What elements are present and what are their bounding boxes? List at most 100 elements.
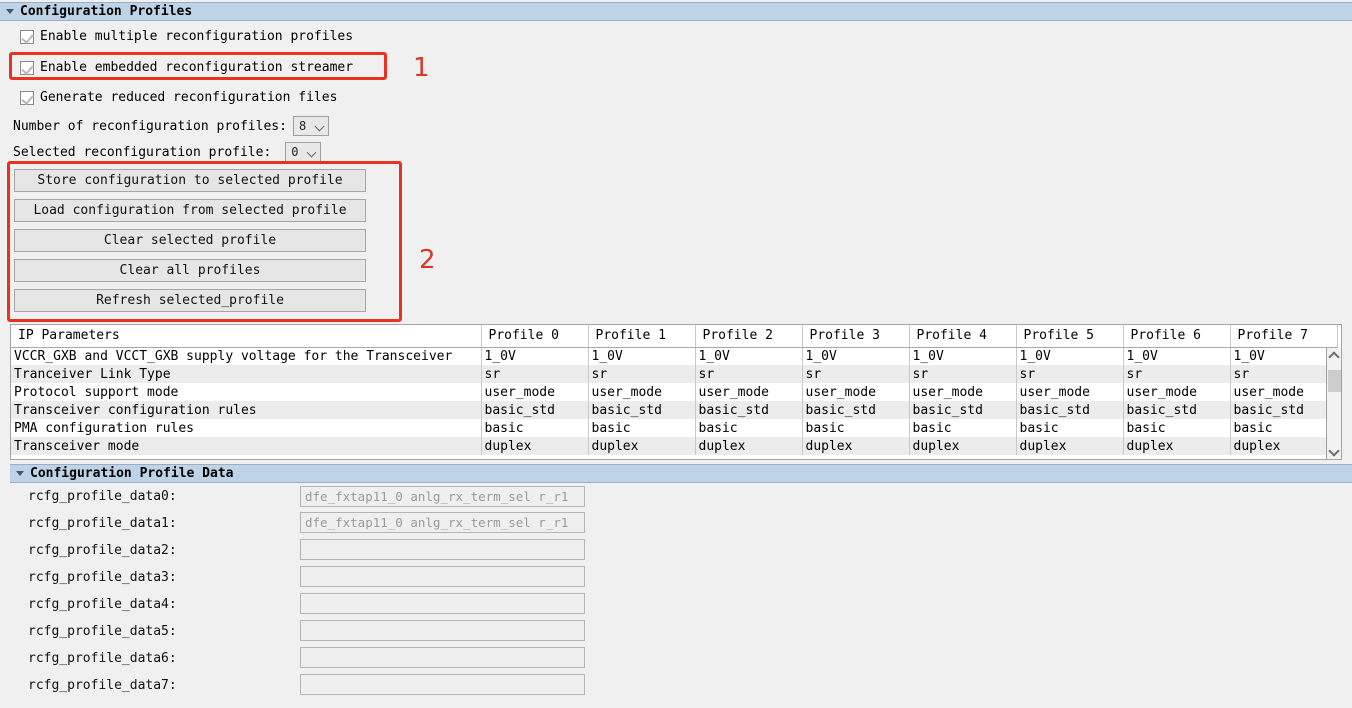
- cell-value[interactable]: basic: [909, 419, 1017, 437]
- table-header-row: IP Parameters Profile 0 Profile 1 Profil…: [11, 325, 1338, 348]
- rcfg-profile-data7-input[interactable]: [300, 674, 585, 695]
- table-row[interactable]: Transceiver mode duplex duplex duplex du…: [11, 437, 1338, 455]
- cell-value[interactable]: 1_0V: [695, 347, 803, 365]
- cell-value[interactable]: basic: [1230, 419, 1338, 437]
- clear-all-profiles-button[interactable]: Clear all profiles: [14, 259, 366, 282]
- cell-value[interactable]: sr: [802, 365, 910, 383]
- cell-value[interactable]: user_mode: [588, 383, 696, 401]
- checkbox-icon[interactable]: [20, 90, 34, 105]
- cell-value[interactable]: 1_0V: [1230, 347, 1338, 365]
- cell-value[interactable]: user_mode: [1016, 383, 1124, 401]
- table-row[interactable]: Protocol support mode user_mode user_mod…: [11, 383, 1338, 401]
- cell-value[interactable]: basic: [1016, 419, 1124, 437]
- cell-value[interactable]: user_mode: [1123, 383, 1231, 401]
- triangle-down-icon[interactable]: [16, 471, 24, 476]
- checkbox-enable-multiple-profiles[interactable]: Enable multiple reconfiguration profiles: [20, 29, 353, 44]
- table-row[interactable]: VCCR_GXB and VCCT_GXB supply voltage for…: [11, 347, 1338, 365]
- column-header-profile-0[interactable]: Profile 0: [481, 325, 589, 348]
- chevron-down-icon[interactable]: [306, 147, 317, 158]
- cell-value[interactable]: user_mode: [802, 383, 910, 401]
- cell-value[interactable]: basic_std: [695, 401, 803, 419]
- selected-profile-select[interactable]: 0: [285, 142, 322, 162]
- column-header-profile-2[interactable]: Profile 2: [695, 325, 803, 348]
- rcfg-profile-data5-input[interactable]: [300, 620, 585, 641]
- cell-value[interactable]: basic: [481, 419, 589, 437]
- table-row[interactable]: Transceiver configuration rules basic_st…: [11, 401, 1338, 419]
- clear-selected-profile-button[interactable]: Clear selected profile: [14, 229, 366, 252]
- cell-value[interactable]: user_mode: [695, 383, 803, 401]
- cell-value[interactable]: sr: [695, 365, 803, 383]
- cell-value[interactable]: basic: [588, 419, 696, 437]
- cell-value[interactable]: basic_std: [1016, 401, 1124, 419]
- cell-value[interactable]: sr: [1123, 365, 1231, 383]
- cell-value[interactable]: duplex: [695, 437, 803, 455]
- selected-profile-value: 0: [291, 145, 299, 159]
- scroll-up-arrow-icon[interactable]: [1328, 351, 1340, 363]
- cell-value[interactable]: user_mode: [481, 383, 589, 401]
- rcfg-profile-data3-input[interactable]: [300, 566, 585, 587]
- rcfg-profile-data0-input[interactable]: dfe_fxtap11_0 anlg_rx_term_sel r_r1: [300, 486, 585, 507]
- cell-value[interactable]: sr: [1230, 365, 1338, 383]
- cell-value[interactable]: basic_std: [802, 401, 910, 419]
- checkbox-icon[interactable]: [20, 29, 34, 44]
- configuration-profiles-group-header[interactable]: Configuration Profiles: [0, 2, 1352, 21]
- rcfg-profile-data2-input[interactable]: [300, 539, 585, 560]
- ip-parameters-table[interactable]: IP Parameters Profile 0 Profile 1 Profil…: [10, 324, 1342, 460]
- cell-param: Protocol support mode: [11, 383, 482, 401]
- cell-value[interactable]: basic: [802, 419, 910, 437]
- scroll-down-arrow-icon[interactable]: [1328, 445, 1340, 457]
- cell-value[interactable]: basic_std: [588, 401, 696, 419]
- column-header-profile-4[interactable]: Profile 4: [909, 325, 1017, 348]
- cell-value[interactable]: duplex: [1123, 437, 1231, 455]
- rcfg-profile-data4-input[interactable]: [300, 593, 585, 614]
- configuration-profile-data-group-header[interactable]: Configuration Profile Data: [10, 464, 1352, 483]
- table-vertical-scrollbar[interactable]: [1326, 348, 1341, 459]
- cell-value[interactable]: 1_0V: [481, 347, 589, 365]
- cell-value[interactable]: duplex: [1230, 437, 1338, 455]
- cell-value[interactable]: basic: [695, 419, 803, 437]
- cell-value[interactable]: basic_std: [481, 401, 589, 419]
- cell-value[interactable]: 1_0V: [802, 347, 910, 365]
- cell-value[interactable]: sr: [909, 365, 1017, 383]
- cell-value[interactable]: 1_0V: [909, 347, 1017, 365]
- store-configuration-button[interactable]: Store configuration to selected profile: [14, 169, 366, 192]
- load-configuration-button[interactable]: Load configuration from selected profile: [14, 199, 366, 222]
- column-header-profile-6[interactable]: Profile 6: [1123, 325, 1231, 348]
- annotation-number-1: 1: [413, 53, 430, 83]
- refresh-selected-profile-button[interactable]: Refresh selected_profile: [14, 289, 366, 312]
- cell-value[interactable]: sr: [481, 365, 589, 383]
- cell-value[interactable]: basic_std: [1230, 401, 1338, 419]
- rcfg-profile-data1-input[interactable]: dfe_fxtap11_0 anlg_rx_term_sel r_r1: [300, 512, 585, 533]
- column-header-profile-1[interactable]: Profile 1: [588, 325, 696, 348]
- checkbox-generate-reduced-files[interactable]: Generate reduced reconfiguration files: [20, 90, 337, 105]
- cell-value[interactable]: user_mode: [909, 383, 1017, 401]
- cell-value[interactable]: duplex: [588, 437, 696, 455]
- cell-value[interactable]: 1_0V: [1016, 347, 1124, 365]
- cell-value[interactable]: sr: [588, 365, 696, 383]
- cell-value[interactable]: basic_std: [1123, 401, 1231, 419]
- table-row[interactable]: PMA configuration rules basic basic basi…: [11, 419, 1338, 437]
- cell-value[interactable]: basic: [1123, 419, 1231, 437]
- number-of-profiles-row: Number of reconfiguration profiles: 8: [13, 116, 329, 136]
- cell-value[interactable]: user_mode: [1230, 383, 1338, 401]
- checkbox-icon[interactable]: [20, 60, 34, 75]
- scrollbar-thumb[interactable]: [1328, 370, 1341, 392]
- cell-value[interactable]: duplex: [909, 437, 1017, 455]
- cell-value[interactable]: duplex: [1016, 437, 1124, 455]
- cell-value[interactable]: 1_0V: [1123, 347, 1231, 365]
- cell-value[interactable]: duplex: [802, 437, 910, 455]
- chevron-down-icon[interactable]: [314, 121, 325, 132]
- column-header-ip-parameters[interactable]: IP Parameters: [11, 325, 482, 348]
- triangle-down-icon[interactable]: [6, 9, 14, 14]
- column-header-profile-5[interactable]: Profile 5: [1016, 325, 1124, 348]
- cell-value[interactable]: 1_0V: [588, 347, 696, 365]
- column-header-profile-3[interactable]: Profile 3: [802, 325, 910, 348]
- table-row[interactable]: Tranceiver Link Type sr sr sr sr sr sr s…: [11, 365, 1338, 383]
- cell-value[interactable]: duplex: [481, 437, 589, 455]
- rcfg-profile-data6-input[interactable]: [300, 647, 585, 668]
- cell-value[interactable]: basic_std: [909, 401, 1017, 419]
- number-of-profiles-select[interactable]: 8: [292, 116, 329, 136]
- checkbox-enable-embedded-streamer[interactable]: Enable embedded reconfiguration streamer: [20, 60, 353, 75]
- column-header-profile-7[interactable]: Profile 7: [1230, 325, 1338, 348]
- cell-value[interactable]: sr: [1016, 365, 1124, 383]
